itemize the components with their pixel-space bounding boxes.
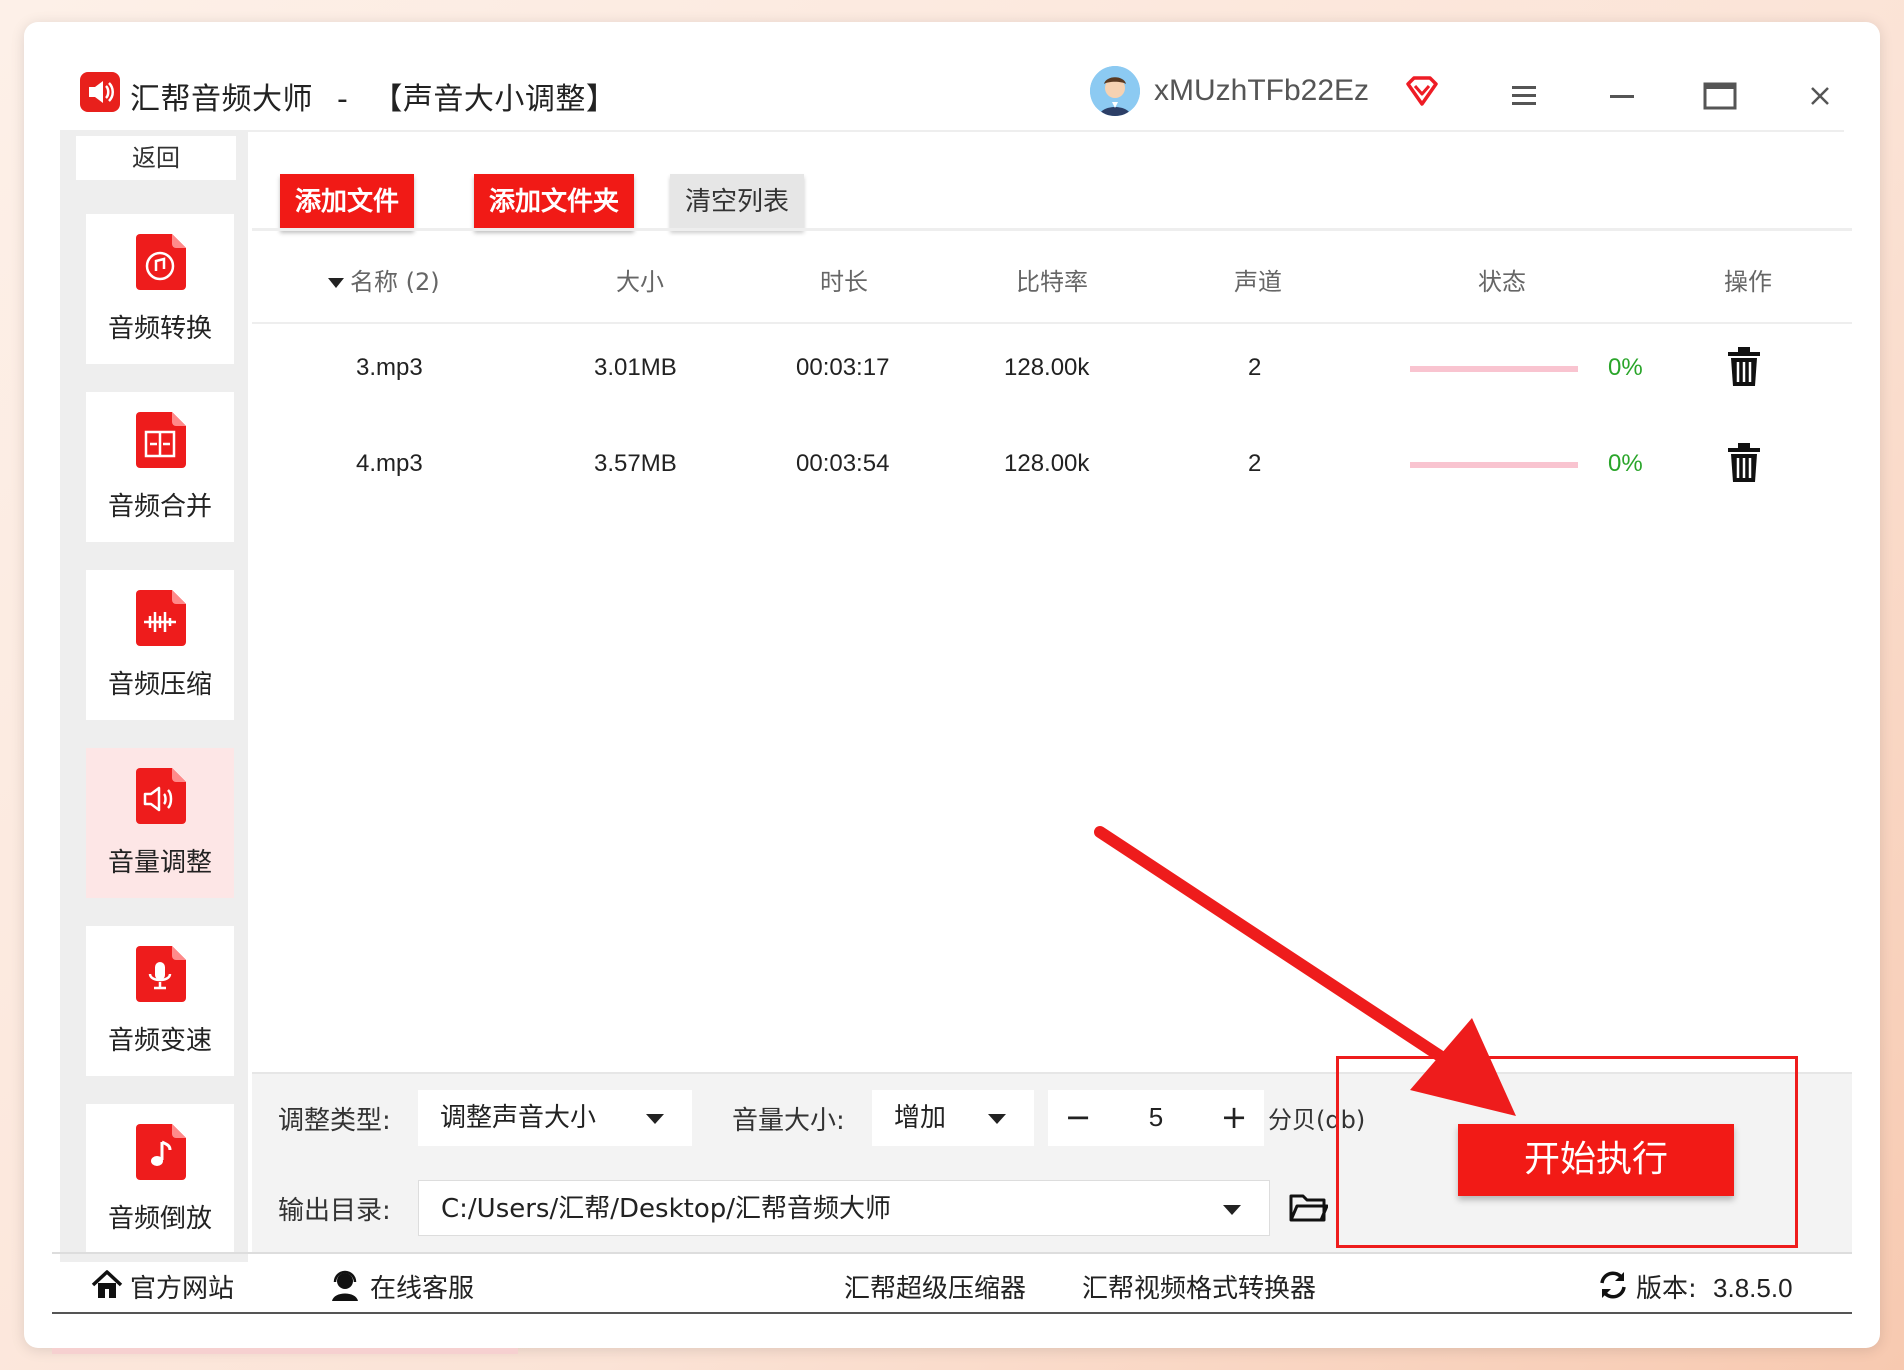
file-size: 3.01MB bbox=[594, 354, 677, 381]
file-size: 3.57MB bbox=[594, 450, 677, 477]
audio-speed-icon bbox=[132, 944, 188, 1004]
sidebar-item-label: 音频压缩 bbox=[107, 670, 212, 700]
online-support-link[interactable]: 在线客服 bbox=[370, 1268, 474, 1305]
file-duration: 00:03:54 bbox=[796, 450, 890, 477]
official-website-link[interactable]: 官方网站 bbox=[130, 1268, 234, 1305]
output-dir-label: 输出目录: bbox=[278, 1196, 391, 1226]
table-row[interactable]: 4.mp3 3.57MB 00:03:54 128.00k 2 0% bbox=[252, 424, 1852, 514]
progress-percent: 0% bbox=[1608, 450, 1643, 477]
toolbar-divider bbox=[252, 228, 1852, 231]
volume-adjust-icon bbox=[132, 766, 188, 826]
adjust-type-value: 调整声音大小 bbox=[440, 1103, 597, 1133]
version-number: 3.8.5.0 bbox=[1713, 1273, 1793, 1303]
column-header-duration: 时长 bbox=[820, 268, 868, 296]
sidebar-item-audio-reverse[interactable]: 音频倒放 bbox=[86, 1104, 234, 1254]
increment-button[interactable]: + bbox=[1214, 1098, 1254, 1136]
chevron-down-icon bbox=[646, 1114, 664, 1124]
adjust-type-label: 调整类型: bbox=[278, 1106, 391, 1136]
maximize-icon[interactable] bbox=[1698, 74, 1742, 118]
adjust-type-select[interactable]: 调整声音大小 bbox=[418, 1090, 692, 1146]
add-file-button[interactable]: 添加文件 bbox=[280, 174, 414, 230]
sidebar-item-volume-adjust[interactable]: 音量调整 bbox=[86, 748, 234, 898]
start-button[interactable]: 开始执行 bbox=[1458, 1124, 1734, 1196]
column-header-action: 操作 bbox=[1724, 268, 1772, 296]
volume-stepper[interactable]: − 5 + bbox=[1048, 1090, 1264, 1146]
clear-list-button[interactable]: 清空列表 bbox=[670, 174, 804, 230]
compressor-link[interactable]: 汇帮超级压缩器 bbox=[844, 1268, 1026, 1305]
volume-value[interactable]: 5 bbox=[1128, 1102, 1184, 1133]
file-channels: 2 bbox=[1248, 354, 1262, 381]
sidebar-item-audio-compress[interactable]: 音频压缩 bbox=[86, 570, 234, 720]
video-converter-link[interactable]: 汇帮视频格式转换器 bbox=[1082, 1268, 1316, 1305]
home-icon[interactable] bbox=[90, 1268, 124, 1302]
file-name: 4.mp3 bbox=[356, 450, 423, 477]
column-header-status: 状态 bbox=[1478, 268, 1526, 296]
table-row[interactable]: 3.mp3 3.01MB 00:03:17 128.00k 2 0% bbox=[252, 328, 1852, 418]
output-dir-value: C:/Users/汇帮/Desktop/汇帮音频大师 bbox=[441, 1194, 891, 1224]
file-duration: 00:03:17 bbox=[796, 354, 890, 381]
progress-bar bbox=[1410, 366, 1578, 372]
add-folder-button[interactable]: 添加文件夹 bbox=[474, 174, 634, 230]
audio-convert-icon bbox=[132, 232, 188, 292]
sidebar-item-audio-convert[interactable]: 音频转换 bbox=[86, 214, 234, 364]
column-header-name[interactable]: 名称 (2) bbox=[328, 262, 440, 297]
version-info: 版本: 3.8.5.0 bbox=[1636, 1268, 1793, 1305]
file-bitrate: 128.00k bbox=[1004, 354, 1090, 381]
menu-icon[interactable] bbox=[1502, 74, 1546, 118]
audio-reverse-icon bbox=[132, 1122, 188, 1182]
progress-percent: 0% bbox=[1608, 354, 1643, 381]
refresh-icon[interactable] bbox=[1596, 1268, 1630, 1302]
username[interactable]: xMUzhTFb22Ez bbox=[1154, 74, 1369, 108]
sort-caret-icon bbox=[328, 278, 344, 288]
file-table-header: 名称 (2) 大小 时长 比特率 声道 状态 操作 bbox=[252, 232, 1852, 324]
version-label: 版本: bbox=[1636, 1274, 1697, 1304]
title-separator: - bbox=[337, 82, 349, 117]
sidebar-item-audio-speed[interactable]: 音频变速 bbox=[86, 926, 234, 1076]
app-logo-icon bbox=[80, 72, 120, 112]
open-folder-icon[interactable] bbox=[1288, 1186, 1329, 1226]
avatar[interactable] bbox=[1090, 66, 1140, 116]
module-name: 【声音大小调整】 bbox=[372, 82, 617, 117]
sidebar-item-label: 音频倒放 bbox=[107, 1204, 212, 1234]
sidebar-item-label: 音频转换 bbox=[107, 314, 212, 344]
delete-icon[interactable] bbox=[1726, 346, 1762, 388]
audio-merge-icon bbox=[132, 410, 188, 470]
column-header-bitrate: 比特率 bbox=[1016, 268, 1088, 296]
column-header-name-label: 名称 (2) bbox=[350, 268, 440, 296]
volume-mode-value: 增加 bbox=[894, 1103, 947, 1133]
volume-label: 音量大小: bbox=[732, 1106, 845, 1136]
window-title: 汇帮音频大师 - 【声音大小调整】 bbox=[130, 74, 616, 118]
footer: 官方网站 在线客服 汇帮超级压缩器 汇帮视频格式转换器 版本: 3.8.5.0 bbox=[52, 1252, 1852, 1314]
decrement-button[interactable]: − bbox=[1058, 1098, 1098, 1136]
minimize-icon[interactable] bbox=[1600, 74, 1644, 118]
output-dir-select[interactable]: C:/Users/汇帮/Desktop/汇帮音频大师 bbox=[418, 1180, 1270, 1236]
close-icon[interactable] bbox=[1798, 74, 1842, 118]
support-icon[interactable] bbox=[328, 1268, 362, 1302]
file-channels: 2 bbox=[1248, 450, 1262, 477]
file-bitrate: 128.00k bbox=[1004, 450, 1090, 477]
delete-icon[interactable] bbox=[1726, 442, 1762, 484]
volume-mode-select[interactable]: 增加 bbox=[872, 1090, 1034, 1146]
sidebar-item-label: 音频合并 bbox=[107, 492, 212, 522]
vip-diamond-icon[interactable] bbox=[1404, 74, 1440, 110]
progress-bar bbox=[1410, 462, 1578, 468]
back-button[interactable]: 返回 bbox=[76, 136, 236, 180]
sidebar-item-audio-merge[interactable]: 音频合并 bbox=[86, 392, 234, 542]
sidebar: 返回 音频转换 音频合并 音频压缩 音量调整 音频变速 音频倒放 bbox=[60, 132, 248, 1262]
column-header-size: 大小 bbox=[616, 268, 664, 296]
sidebar-item-label: 音频变速 bbox=[107, 1026, 212, 1056]
sidebar-item-label: 音量调整 bbox=[107, 848, 212, 878]
audio-compress-icon bbox=[132, 588, 188, 648]
column-header-channels: 声道 bbox=[1234, 268, 1282, 296]
app-name: 汇帮音频大师 bbox=[130, 82, 313, 117]
chevron-down-icon bbox=[1223, 1205, 1241, 1215]
bottom-strip bbox=[52, 1348, 518, 1354]
file-name: 3.mp3 bbox=[356, 354, 423, 381]
title-bar: 汇帮音频大师 - 【声音大小调整】 xMUzhTFb22Ez bbox=[24, 22, 1880, 130]
chevron-down-icon bbox=[988, 1114, 1006, 1124]
